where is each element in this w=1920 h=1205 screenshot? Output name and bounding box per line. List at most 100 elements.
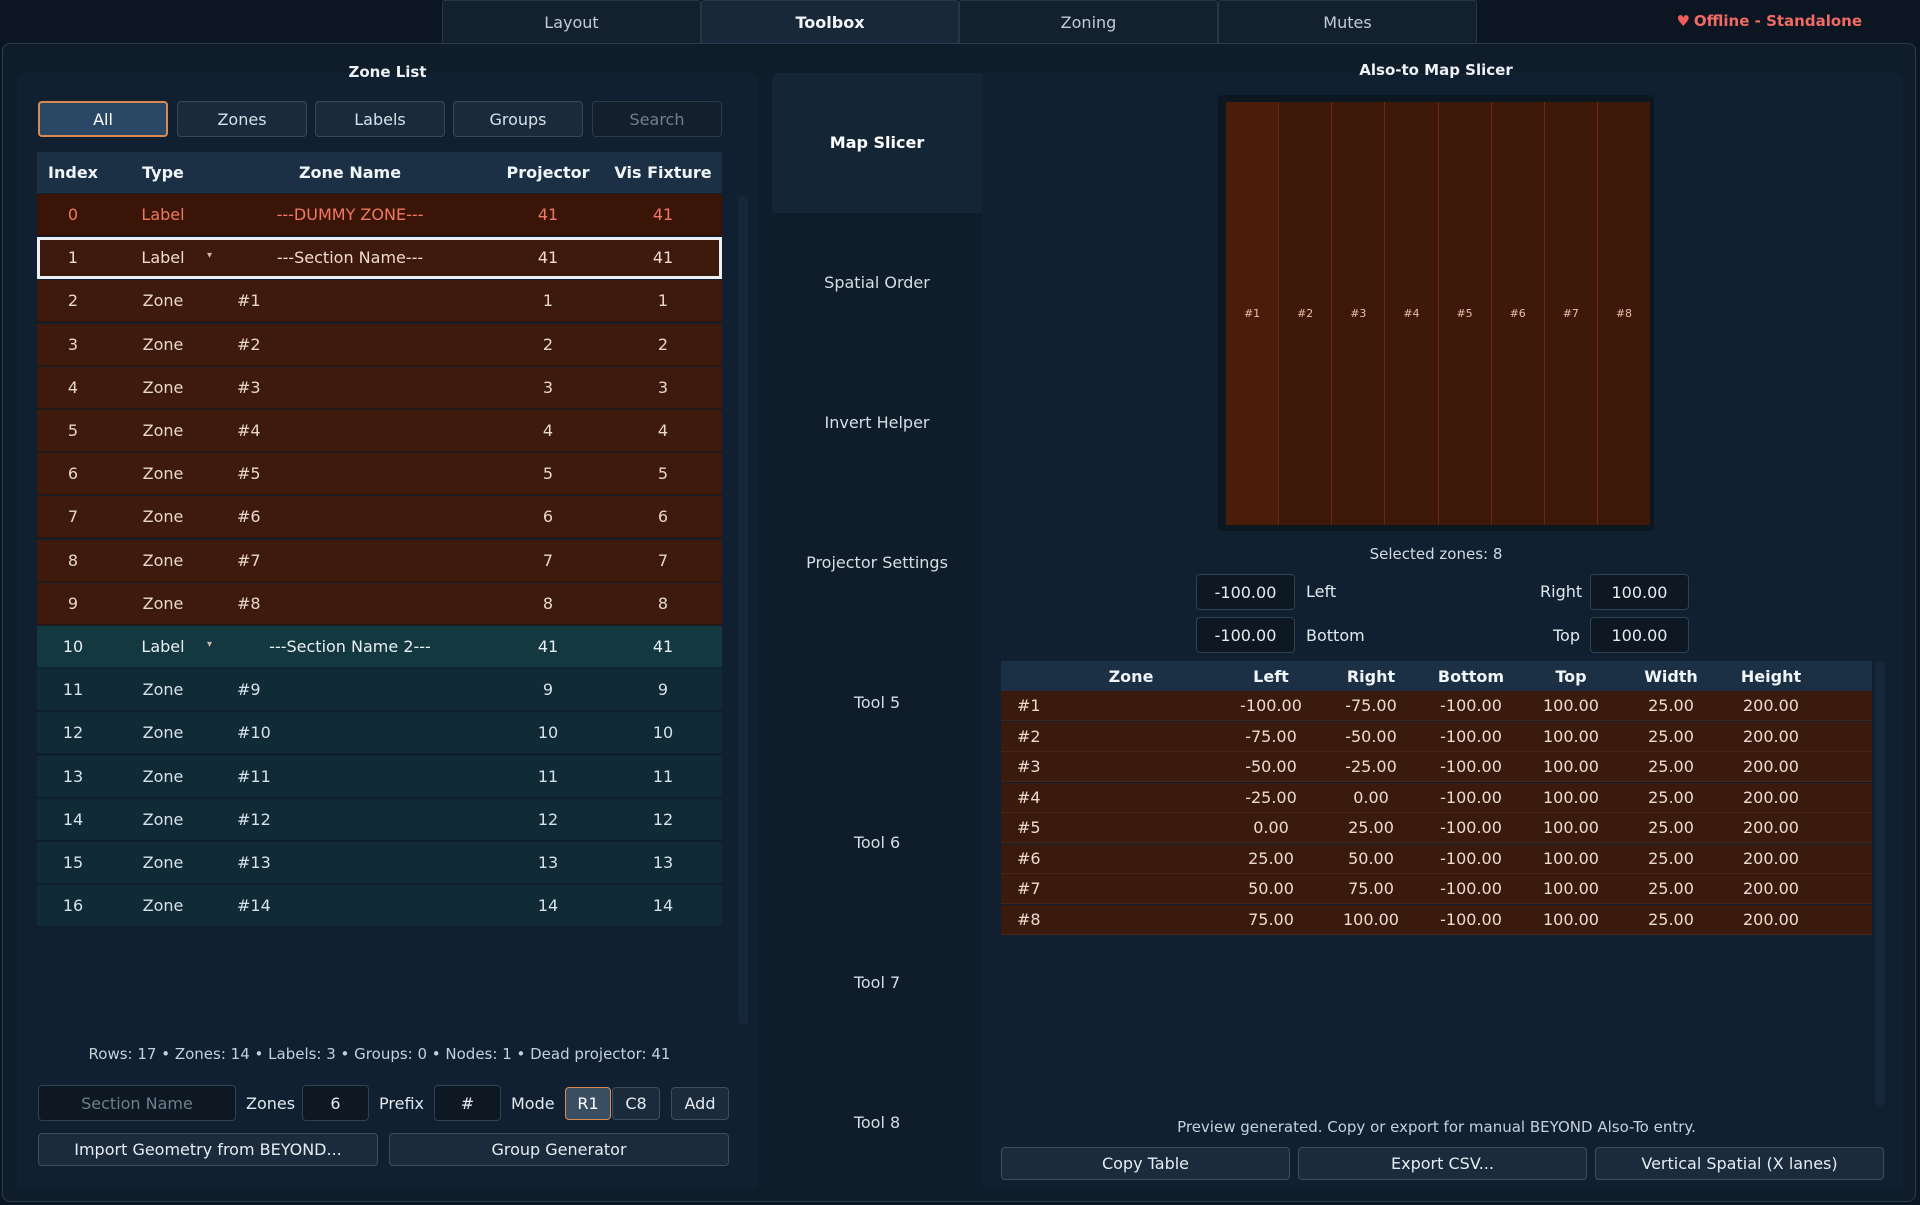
table-row[interactable]: 10 Label ▾ ---Section Name 2--- 41 41: [37, 626, 722, 668]
table-row[interactable]: 2 Zone #1 1 1: [37, 280, 722, 323]
filter-all-button[interactable]: All: [38, 101, 168, 137]
add-button[interactable]: Add: [671, 1087, 729, 1120]
table-row[interactable]: 7 Zone #6 6 6: [37, 496, 722, 539]
col-right: Right: [1346, 666, 1396, 686]
table-row[interactable]: 11 Zone #9 9 9: [37, 669, 722, 712]
cell-type: Label: [141, 637, 185, 656]
section-name-input[interactable]: Section Name: [38, 1085, 236, 1121]
prefix-label: Prefix: [379, 1094, 424, 1113]
right-bound-input[interactable]: 100.00: [1590, 574, 1689, 610]
search-input[interactable]: Search: [592, 101, 722, 137]
cell-zone-name: #12: [217, 810, 483, 829]
cell-zone-name: #14: [217, 896, 483, 915]
tool-8[interactable]: Tool 8: [772, 1113, 982, 1132]
table-row[interactable]: 1 Label ▾ ---Section Name--- 41 41: [37, 237, 722, 280]
cell-vis-fixture: 3: [657, 377, 669, 397]
group-generator-button[interactable]: Group Generator: [389, 1133, 729, 1166]
prefix-input[interactable]: #: [434, 1085, 501, 1121]
table-row[interactable]: 12 Zone #10 10 10: [37, 712, 722, 755]
mode-c8-button[interactable]: C8: [612, 1087, 660, 1120]
tool-map-slicer[interactable]: Map Slicer: [772, 133, 982, 152]
tab-toolbox[interactable]: Toolbox: [701, 0, 959, 44]
table-row[interactable]: #6 25.00 50.00 -100.00 100.00 25.00 200.00: [1001, 843, 1872, 874]
cell-value: 200.00: [1743, 909, 1799, 929]
table-row[interactable]: #8 75.00 100.00 -100.00 100.00 25.00 200.00: [1001, 904, 1872, 935]
tab-zoning[interactable]: Zoning: [959, 0, 1218, 43]
tool-spatial-order[interactable]: Spatial Order: [772, 273, 982, 292]
zones-count-input[interactable]: 6: [302, 1085, 369, 1121]
mode-label: Mode: [511, 1094, 555, 1113]
table-row[interactable]: 4 Zone #3 3 3: [37, 366, 722, 409]
cell-value: 0.00: [1253, 818, 1289, 837]
chevron-down-icon[interactable]: ▾: [207, 639, 212, 650]
slice-column: #7: [1544, 102, 1598, 525]
mode-r1-button[interactable]: R1: [565, 1087, 611, 1120]
table-row[interactable]: #2 -75.00 -50.00 -100.00 100.00 25.00 200.00: [1001, 721, 1872, 752]
cell-projector: 5: [542, 464, 554, 484]
cell-zone-name: #5: [217, 464, 483, 483]
cell-zone: #8: [1017, 909, 1041, 929]
table-row[interactable]: 15 Zone #13 13 13: [37, 842, 722, 884]
cell-value: 100.00: [1343, 909, 1399, 929]
slice-table-scrollbar[interactable]: [1875, 661, 1885, 1106]
table-row[interactable]: #5 0.00 25.00 -100.00 100.00 25.00 200.00: [1001, 813, 1872, 843]
tool-7[interactable]: Tool 7: [772, 973, 982, 992]
selected-zones-count: Selected zones: 8: [1369, 545, 1503, 563]
table-row[interactable]: 8 Zone #7 7 7: [37, 539, 722, 582]
table-row[interactable]: 0 Label ---DUMMY ZONE--- 41 41: [37, 194, 722, 236]
tool-6[interactable]: Tool 6: [772, 833, 982, 852]
cell-type: Zone: [142, 421, 184, 440]
cell-value: -50.00: [1245, 757, 1297, 776]
import-geometry-button[interactable]: Import Geometry from BEYOND...: [38, 1133, 378, 1166]
cell-value: 75.00: [1348, 879, 1394, 898]
bottom-bound-input[interactable]: -100.00: [1196, 617, 1295, 653]
cell-type: Zone: [142, 550, 184, 570]
cell-projector: 2: [542, 334, 554, 354]
filter-groups-button[interactable]: Groups: [453, 101, 583, 137]
cell-projector: 11: [537, 766, 559, 786]
table-row[interactable]: #1 -100.00 -75.00 -100.00 100.00 25.00 200.00: [1001, 691, 1872, 721]
cell-value: -25.00: [1345, 757, 1397, 776]
cell-value: 25.00: [1648, 909, 1694, 929]
top-bound-input[interactable]: 100.00: [1590, 617, 1689, 653]
vertical-spatial-button[interactable]: Vertical Spatial (X lanes): [1595, 1147, 1884, 1180]
chevron-down-icon[interactable]: ▾: [207, 250, 212, 261]
left-label: Left: [1306, 582, 1337, 601]
table-row[interactable]: #7 50.00 75.00 -100.00 100.00 25.00 200.00: [1001, 874, 1872, 904]
table-row[interactable]: 14 Zone #12 12 12: [37, 798, 722, 841]
cell-value: 25.00: [1648, 696, 1694, 715]
table-row[interactable]: #4 -25.00 0.00 -100.00 100.00 25.00 200.00: [1001, 782, 1872, 813]
cell-type: Zone: [142, 809, 184, 829]
cell-index: 12: [62, 723, 84, 743]
export-csv-button[interactable]: Export CSV...: [1298, 1147, 1587, 1180]
tab-layout[interactable]: Layout: [442, 0, 701, 43]
cell-value: 200.00: [1743, 848, 1799, 868]
cell-value: 200.00: [1743, 696, 1799, 715]
cell-value: 100.00: [1543, 757, 1599, 776]
zones-label: Zones: [246, 1094, 296, 1113]
tab-mutes[interactable]: Mutes: [1218, 0, 1477, 43]
zone-table-header: Index Type Zone Name Projector Vis Fixtu…: [37, 152, 722, 193]
zone-list-scrollbar[interactable]: [738, 195, 748, 1025]
filter-labels-button[interactable]: Labels: [315, 101, 445, 137]
copy-table-button[interactable]: Copy Table: [1001, 1147, 1290, 1180]
cell-projector: 1: [542, 291, 554, 311]
table-row[interactable]: 3 Zone #2 2 2: [37, 323, 722, 366]
table-row[interactable]: 9 Zone #8 8 8: [37, 582, 722, 625]
cell-value: 0.00: [1353, 787, 1389, 807]
cell-index: 15: [62, 853, 84, 872]
tool-5[interactable]: Tool 5: [772, 693, 982, 712]
cell-index: 11: [62, 680, 84, 700]
slice-column: #1: [1226, 102, 1280, 525]
table-row[interactable]: #3 -50.00 -25.00 -100.00 100.00 25.00 200.00: [1001, 752, 1872, 782]
left-bound-input[interactable]: -100.00: [1196, 574, 1295, 610]
tool-projector-settings[interactable]: Projector Settings: [772, 553, 982, 572]
table-row[interactable]: 6 Zone #5 5 5: [37, 453, 722, 496]
filter-zones-button[interactable]: Zones: [177, 101, 307, 137]
table-row[interactable]: 16 Zone #14 14 14: [37, 885, 722, 928]
table-row[interactable]: 13 Zone #11 11 11: [37, 755, 722, 798]
zone-name-text: ---DUMMY ZONE---: [276, 205, 424, 224]
cell-zone-name: #9: [217, 680, 483, 699]
table-row[interactable]: 5 Zone #4 4 4: [37, 410, 722, 452]
tool-invert-helper[interactable]: Invert Helper: [772, 413, 982, 432]
